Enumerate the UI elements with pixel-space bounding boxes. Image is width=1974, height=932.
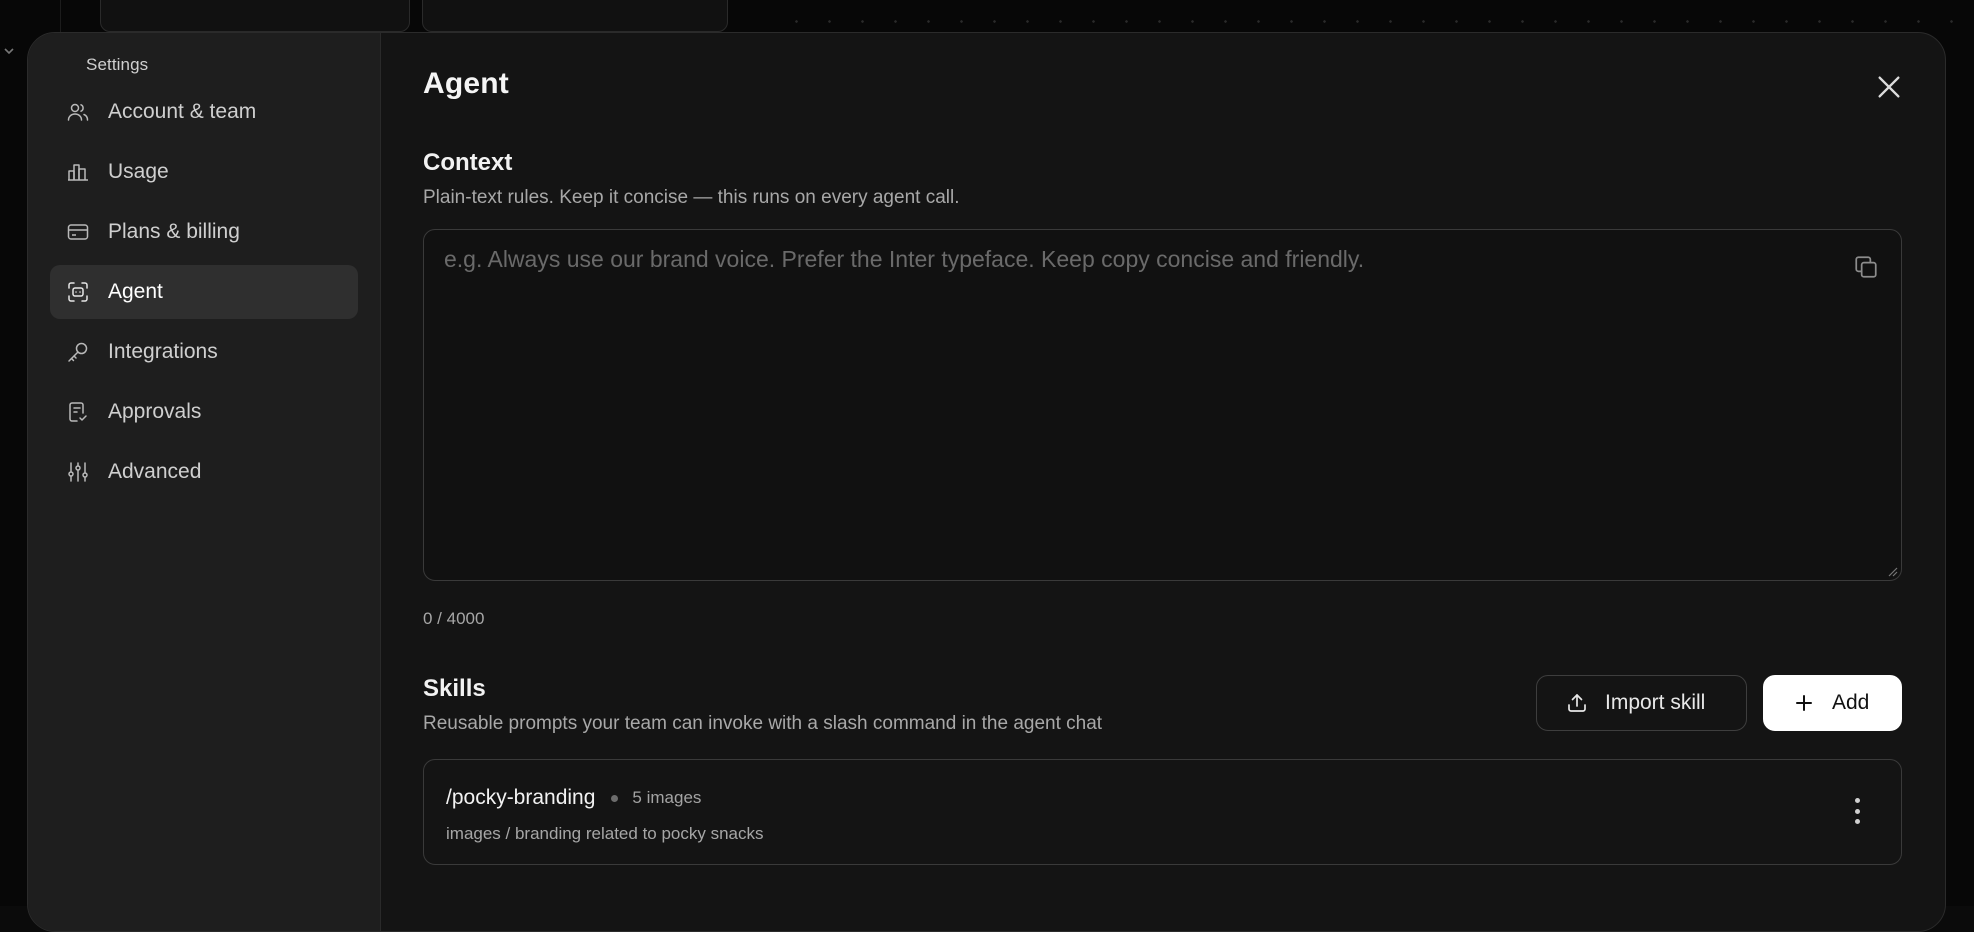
import-skill-label: Import skill xyxy=(1605,691,1705,715)
approval-document-icon xyxy=(66,400,90,424)
background-canvas-grid xyxy=(780,0,1974,30)
bar-chart-icon xyxy=(66,160,90,184)
sidebar-item-label: Agent xyxy=(108,280,163,304)
skill-card[interactable]: /pocky-branding 5 images images / brandi… xyxy=(423,759,1902,865)
context-textarea[interactable] xyxy=(424,230,1901,580)
sliders-icon xyxy=(66,460,90,484)
skills-heading-group: Skills Reusable prompts your team can in… xyxy=(423,675,1102,735)
skill-description: images / branding related to pocky snack… xyxy=(446,824,1879,844)
context-description: Plain-text rules. Keep it concise — this… xyxy=(423,187,1903,209)
skills-description: Reusable prompts your team can invoke wi… xyxy=(423,713,1102,735)
background-tab xyxy=(100,0,410,32)
sidebar-item-label: Usage xyxy=(108,160,169,184)
context-section: Context Plain-text rules. Keep it concis… xyxy=(423,149,1903,629)
sidebar-title: Settings xyxy=(86,55,358,75)
kebab-dot xyxy=(1855,798,1860,803)
sidebar-item-approvals[interactable]: Approvals xyxy=(50,385,358,439)
copy-icon[interactable] xyxy=(1853,254,1879,280)
upload-icon xyxy=(1565,691,1589,715)
sidebar-item-label: Account & team xyxy=(108,100,256,124)
separator-dot xyxy=(611,795,618,802)
close-icon[interactable] xyxy=(1873,71,1905,103)
skill-title-row: /pocky-branding 5 images xyxy=(446,786,1879,810)
agent-scan-icon xyxy=(66,280,90,304)
sidebar-item-advanced[interactable]: Advanced xyxy=(50,445,358,499)
sidebar-item-account-team[interactable]: Account & team xyxy=(50,85,358,139)
settings-modal: Settings Account & team Usage Plans & bi… xyxy=(27,32,1946,932)
context-heading: Context xyxy=(423,149,1903,177)
skills-heading: Skills xyxy=(423,675,1102,703)
background-tab xyxy=(422,0,728,32)
skill-name: /pocky-branding xyxy=(446,786,595,810)
page-title: Agent xyxy=(423,67,1903,101)
add-skill-button[interactable]: Add xyxy=(1763,675,1902,731)
character-count: 0 / 4000 xyxy=(423,609,1903,629)
sidebar-item-label: Advanced xyxy=(108,460,201,484)
sidebar-item-agent[interactable]: Agent xyxy=(50,265,358,319)
users-icon xyxy=(66,100,90,124)
sidebar-item-label: Plans & billing xyxy=(108,220,240,244)
credit-card-icon xyxy=(66,220,90,244)
settings-nav: Account & team Usage Plans & billing Age… xyxy=(50,85,358,499)
context-textarea-wrapper xyxy=(423,229,1902,581)
skills-header: Skills Reusable prompts your team can in… xyxy=(423,675,1902,735)
skills-actions: Import skill Add xyxy=(1536,675,1902,731)
sidebar-item-integrations[interactable]: Integrations xyxy=(50,325,358,379)
kebab-dot xyxy=(1855,809,1860,814)
more-options-icon[interactable] xyxy=(1853,798,1861,824)
kebab-dot xyxy=(1855,819,1860,824)
plus-icon xyxy=(1792,691,1816,715)
settings-content: Agent Context Plain-text rules. Keep it … xyxy=(381,33,1945,931)
resize-handle-icon[interactable] xyxy=(1886,565,1898,577)
add-skill-label: Add xyxy=(1832,691,1869,715)
key-icon xyxy=(66,340,90,364)
chevron-down-icon xyxy=(2,44,16,58)
skill-meta: 5 images xyxy=(632,788,701,808)
sidebar-item-plans-billing[interactable]: Plans & billing xyxy=(50,205,358,259)
sidebar-item-usage[interactable]: Usage xyxy=(50,145,358,199)
sidebar-item-label: Integrations xyxy=(108,340,218,364)
import-skill-button[interactable]: Import skill xyxy=(1536,675,1747,731)
settings-sidebar: Settings Account & team Usage Plans & bi… xyxy=(28,33,381,931)
sidebar-item-label: Approvals xyxy=(108,400,201,424)
